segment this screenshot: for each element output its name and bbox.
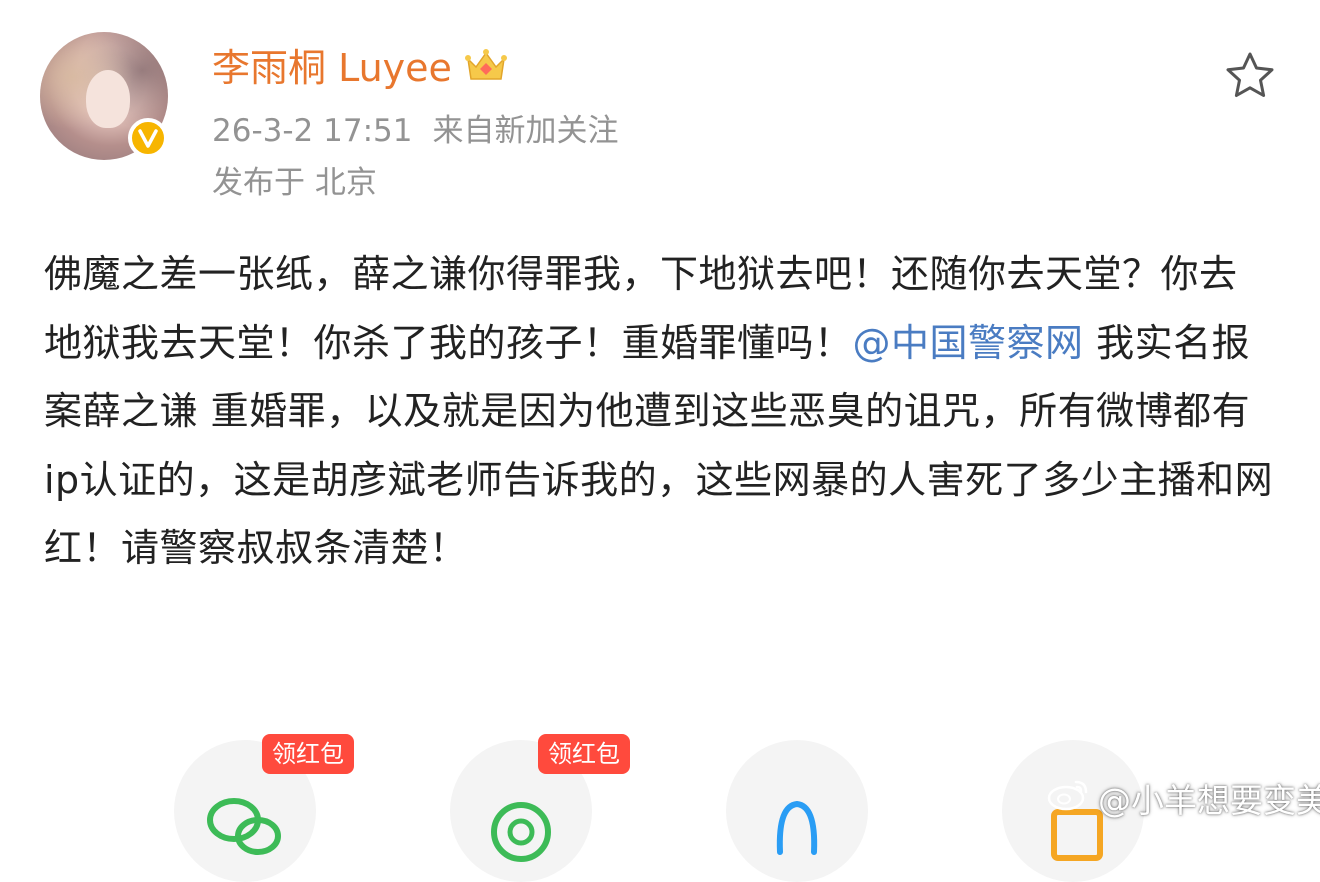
share-qq-button[interactable] bbox=[726, 740, 868, 882]
mention-link[interactable]: @中国警察网 bbox=[853, 321, 1084, 365]
verified-badge-icon bbox=[128, 118, 168, 158]
watermark: @小羊想要变美 bbox=[1046, 772, 1320, 824]
avatar-face bbox=[86, 70, 130, 128]
watermark-text: @小羊想要变美 bbox=[1098, 781, 1320, 820]
author-row: 李雨桐 Luyee bbox=[212, 44, 508, 92]
red-packet-tag: 领红包 bbox=[262, 734, 354, 774]
post-timestamp: 26-3-2 17:51 bbox=[212, 113, 413, 149]
post-source: 来自新加关注 bbox=[432, 113, 619, 149]
red-packet-tag: 领红包 bbox=[538, 734, 630, 774]
post-meta: 26-3-2 17:51 来自新加关注 bbox=[212, 108, 618, 154]
star-icon[interactable] bbox=[1224, 50, 1276, 100]
qq-icon bbox=[776, 800, 818, 855]
crown-icon bbox=[464, 47, 508, 89]
post-location: 发布于 北京 bbox=[212, 165, 377, 201]
weibo-icon bbox=[1046, 776, 1092, 820]
author-name[interactable]: 李雨桐 Luyee bbox=[212, 44, 452, 92]
post-body: 佛魔之差一张纸，薛之谦你得罪我，下地狱去吧！还随你去天堂？你去地狱我去天堂！你杀… bbox=[44, 240, 1274, 583]
